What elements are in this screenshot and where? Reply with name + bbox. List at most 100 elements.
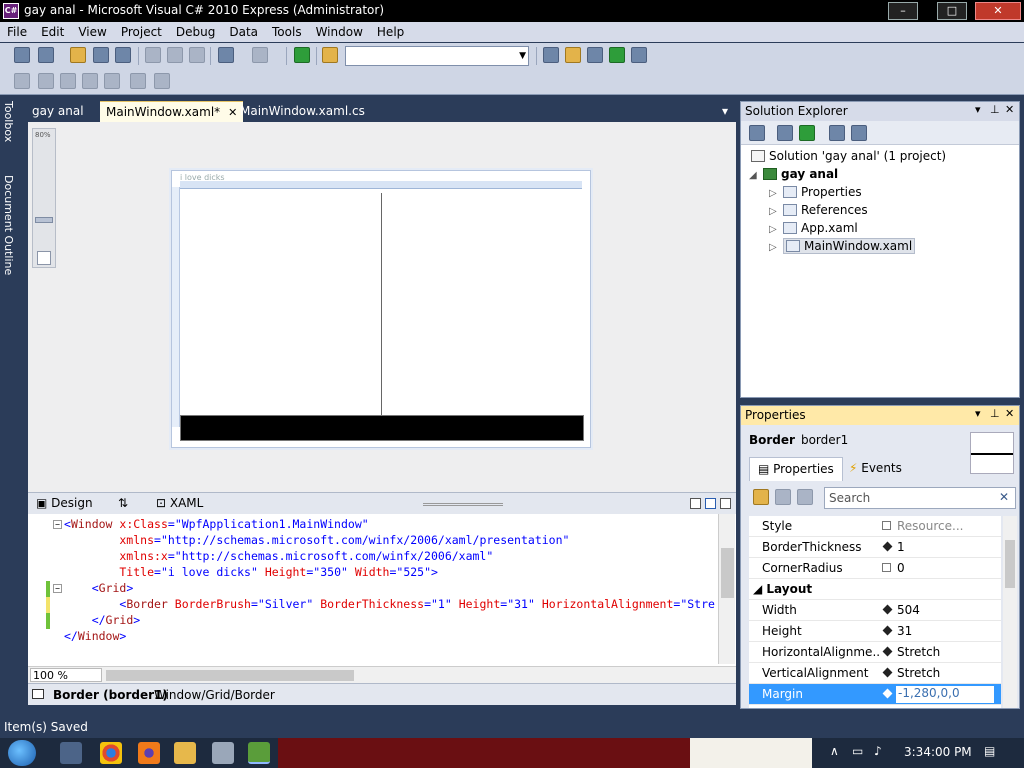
property-marker-icon[interactable] [882,667,893,678]
tab-events[interactable]: ⚡ Events [841,457,910,481]
view-code-icon[interactable] [829,125,845,141]
paint-icon[interactable] [212,742,234,764]
category-layout[interactable]: ◢ Layout [749,579,1001,600]
zoom-slider-thumb[interactable] [35,217,53,223]
close-button[interactable]: ✕ [975,2,1021,20]
zoom-slider[interactable]: 80% [32,128,56,268]
menu-data[interactable]: Data [222,22,265,42]
property-row-horizontalalignment[interactable]: HorizontalAlignme... Stretch [749,642,1001,663]
tree-node-properties[interactable]: ▷ Properties [769,185,862,199]
alphabetical-icon[interactable] [775,489,791,505]
start-debugging-icon[interactable] [294,47,310,63]
new-project-icon[interactable] [14,47,30,63]
task-view-icon[interactable] [60,742,82,764]
collapse-pane-icon[interactable] [720,498,731,509]
xaml-code-line[interactable]: Title="i love dicks" Height="350" Width=… [64,565,438,581]
design-window-frame[interactable]: i love dicks [171,170,591,448]
start-button-icon[interactable] [8,740,36,766]
notifications-icon[interactable]: ▤ [984,744,995,758]
xaml-editor[interactable]: − − <Window x:Class="WpfApplication1.Main… [28,514,736,666]
properties-search-input[interactable]: Search ✕ [824,487,1016,509]
chrome-icon[interactable] [100,742,122,764]
scrollbar-thumb[interactable] [106,670,354,681]
toolbox-tab[interactable]: Toolbox [2,101,15,142]
xaml-code-line[interactable]: <Border BorderBrush="Silver" BorderThick… [64,597,715,613]
property-row-verticalalignment[interactable]: VerticalAlignment Stretch [749,663,1001,684]
property-marker-icon[interactable] [882,563,891,572]
tree-node-project[interactable]: ◢ gay anal [749,167,838,181]
object-name[interactable]: border1 [801,433,848,447]
view-designer-icon[interactable] [851,125,867,141]
property-row-margin[interactable]: Margin -1,280,0,0 [749,684,1001,705]
collapse-region-icon[interactable]: − [53,520,62,529]
tree-node-mainwindow-xaml[interactable]: ▷ MainWindow.xaml [769,238,916,254]
tree-node-solution[interactable]: Solution 'gay anal' (1 project) [751,149,946,163]
margin-value-input[interactable]: -1,280,0,0 [895,685,995,704]
close-panel-icon[interactable]: ✕ [1005,103,1014,116]
extension-manager-icon[interactable] [631,47,647,63]
menu-view[interactable]: View [71,22,113,42]
make-same-width-icon[interactable] [130,73,146,89]
tab-list-dropdown-icon[interactable]: ▾ [716,101,734,122]
menu-debug[interactable]: Debug [169,22,222,42]
maximize-button[interactable]: □ [937,2,967,20]
file-explorer-icon[interactable] [174,742,196,764]
scrollbar-thumb[interactable] [721,548,734,598]
show-all-files-icon[interactable] [777,125,793,141]
network-icon[interactable]: ▭ [852,744,863,758]
solution-explorer-icon[interactable] [543,47,559,63]
zoom-to-fit-icon[interactable] [37,251,51,265]
align-tops-icon[interactable] [82,73,98,89]
expand-chevron-icon[interactable]: ◢ [749,170,763,181]
align-rights-icon[interactable] [60,73,76,89]
horizontal-split-icon[interactable] [705,498,716,509]
design-pane-tab[interactable]: ▣ Design [36,496,93,510]
paste-icon[interactable] [189,47,205,63]
align-lefts-icon[interactable] [14,73,30,89]
xaml-code-line[interactable]: </Window> [64,629,126,645]
property-marker-icon[interactable] [882,688,893,699]
copy-icon[interactable] [167,47,183,63]
visual-csharp-taskbar-icon[interactable] [248,742,270,764]
add-item-icon[interactable] [38,47,54,63]
tab-mainwindow-xaml-cs[interactable]: MainWindow.xaml.cs [234,101,371,122]
menu-tools[interactable]: Tools [265,22,309,42]
panel-menu-icon[interactable]: ▾ [975,103,981,116]
make-same-height-icon[interactable] [154,73,170,89]
pin-icon[interactable]: ⊥ [990,103,1000,116]
volume-icon[interactable]: ♪ [874,744,882,758]
property-row-style[interactable]: Style Resource... [749,516,1001,537]
editor-zoom-combo[interactable]: 100 % [30,668,102,682]
save-icon[interactable] [93,47,109,63]
cut-icon[interactable] [145,47,161,63]
wpf-designer-surface[interactable]: 80% i love dicks [28,122,736,492]
scrollbar-thumb[interactable] [1005,540,1015,588]
expand-chevron-icon[interactable]: ▷ [769,206,783,217]
vertical-split-icon[interactable] [690,498,701,509]
undo-icon[interactable] [218,47,234,63]
redo-icon[interactable] [252,47,268,63]
firefox-icon[interactable] [138,742,160,764]
pin-icon[interactable]: ⊥ [990,407,1000,420]
menu-help[interactable]: Help [370,22,411,42]
column-ruler[interactable] [180,181,582,189]
property-marker-icon[interactable] [882,521,891,530]
selected-border-element[interactable] [180,415,584,441]
xaml-code-line[interactable]: <Grid> [64,581,134,597]
property-grid-scrollbar[interactable] [1003,516,1017,708]
property-value[interactable]: 31 [897,624,997,638]
close-panel-icon[interactable]: ✕ [1005,407,1014,420]
xaml-code-line[interactable]: xmlns:x="http://schemas.microsoft.com/wi… [64,549,493,565]
collapse-region-icon[interactable]: − [53,584,62,593]
splitter-grip[interactable] [423,503,503,506]
tree-node-app-xaml[interactable]: ▷ App.xaml [769,221,858,235]
expand-chevron-icon[interactable]: ▷ [769,242,783,253]
expand-chevron-icon[interactable]: ▷ [769,224,783,235]
filter-icon[interactable] [797,489,813,505]
clock[interactable]: 3:34:00 PM [904,745,972,759]
document-outline-tab[interactable]: Document Outline [2,175,15,275]
property-value[interactable]: Stretch [897,666,997,680]
refresh-icon[interactable] [799,125,815,141]
property-row-borderthickness[interactable]: BorderThickness 1 [749,537,1001,558]
breadcrumb-element[interactable]: Border (border1) [53,688,168,702]
